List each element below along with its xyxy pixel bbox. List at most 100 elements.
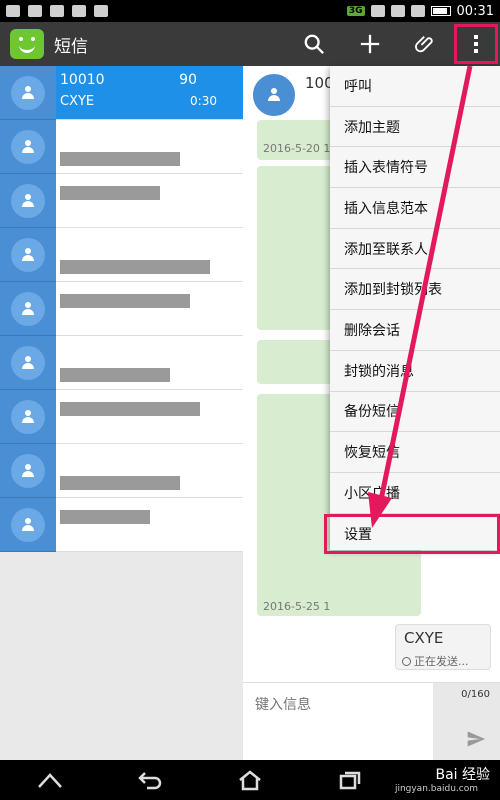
menu-item-blocked-messages[interactable]: 封锁的消息 [330,351,500,392]
message-count: 90 [179,72,197,88]
signal-icon [370,5,385,17]
menu-item-add-to-contacts[interactable]: 添加至联系人 [330,229,500,270]
status-bar: 3G 00:31 [0,0,500,22]
sending-status-text: 正在发送... [414,655,469,668]
blurred-text [60,368,170,382]
blurred-text [60,260,210,274]
network-type-badge: 3G [346,6,365,16]
contact-avatar[interactable] [251,72,297,118]
add-icon [360,34,380,54]
search-button[interactable] [286,22,342,66]
conversation-item[interactable] [0,174,243,228]
menu-item-cell-broadcast[interactable]: 小区广播 [330,473,500,514]
menu-item-backup-sms[interactable]: 备份短信 [330,392,500,433]
action-bar: 短信 [0,22,500,66]
home-button[interactable] [230,765,270,795]
messages-app-icon[interactable] [10,29,44,59]
status-time: 00:31 [456,3,494,19]
home-icon [239,770,261,791]
overflow-menu: 呼叫 添加主题 插入表情符号 插入信息范本 添加至联系人 添加到封锁列表 删除会… [324,66,500,555]
conversation-item[interactable] [0,336,243,390]
avatar [0,66,56,120]
overflow-icon [474,35,478,53]
blurred-text [60,402,200,416]
outgoing-message-text: CXYE [404,629,444,647]
avatar [0,174,56,228]
recent-apps-button[interactable] [330,765,370,795]
avatar [0,444,56,498]
person-icon [21,193,35,208]
message-date: 2016-5-20 11 [263,142,338,155]
person-icon [267,88,281,102]
image-notification-icon [28,5,42,17]
avatar [0,228,56,282]
avatar [0,390,56,444]
conversation-item[interactable] [0,228,243,282]
gallery-notification-icon [50,5,64,17]
avatar [0,120,56,174]
menu-item-insert-emoji[interactable]: 插入表情符号 [330,147,500,189]
notification-icon [6,5,20,17]
conversation-list: 10010 90 CXYE 0:30 [0,66,243,760]
back-button[interactable] [130,765,170,795]
recent-apps-icon [339,771,361,790]
conversation-item[interactable] [0,282,243,336]
blurred-text [60,152,180,166]
menu-item-restore-sms[interactable]: 恢复短信 [330,432,500,473]
app-title: 短信 [54,36,88,57]
chevron-up-icon [38,773,62,788]
conversation-item-selected[interactable]: 10010 90 CXYE 0:30 [0,66,243,120]
clock-icon [402,656,411,666]
menu-item-call[interactable]: 呼叫 [330,66,500,107]
conversation-item[interactable] [0,120,243,174]
conversation-snippet: CXYE [60,94,95,109]
send-icon[interactable] [466,729,486,749]
person-icon [21,247,35,262]
avatar [0,282,56,336]
message-composer: 0/160 [243,682,500,761]
conversation-item[interactable] [0,444,243,498]
person-icon [21,517,35,532]
new-message-button[interactable] [342,22,398,66]
overflow-menu-button[interactable] [454,24,498,64]
message-input[interactable] [255,697,415,713]
menu-item-add-to-blocklist[interactable]: 添加到封锁列表 [330,269,500,311]
navigation-bar [0,760,500,800]
settings-notification-icon [72,5,86,17]
conversation-time: 0:30 [190,94,217,108]
menu-item-delete-conversation[interactable]: 删除会话 [330,310,500,351]
avatar [0,498,56,552]
sim-icon [390,5,405,17]
menu-item-settings[interactable]: 设置 [324,513,500,555]
person-icon [21,463,35,478]
attach-button[interactable] [398,22,454,66]
watermark-logo: Bai 经验 [435,767,490,783]
person-icon [21,355,35,370]
conversation-name: 10010 [60,72,105,88]
message-bubble[interactable] [257,340,337,384]
menu-item-insert-template[interactable]: 插入信息范本 [330,188,500,229]
search-icon [304,34,324,54]
person-icon [21,409,35,424]
blurred-text [60,186,160,200]
watermark-url: jingyan.baidu.com [394,784,478,794]
send-area: 0/160 [433,683,500,761]
person-icon [21,139,35,154]
outgoing-message-bubble[interactable]: CXYE 正在发送... [395,624,491,670]
back-icon [138,772,162,790]
blurred-text [60,510,150,524]
blurred-text [60,476,180,490]
message-bubble[interactable] [257,166,337,330]
wifi-icon [410,5,425,17]
person-icon [21,85,35,100]
nav-menu-button[interactable] [30,765,70,795]
menu-item-add-subject[interactable]: 添加主题 [330,107,500,148]
sync-notification-icon [94,5,108,17]
message-date: 2016-5-25 1 [263,600,331,613]
attach-icon [415,36,433,53]
avatar [0,336,56,390]
person-icon [21,301,35,316]
battery-icon [430,6,451,16]
conversation-item[interactable] [0,390,243,444]
conversation-item[interactable] [0,498,243,552]
